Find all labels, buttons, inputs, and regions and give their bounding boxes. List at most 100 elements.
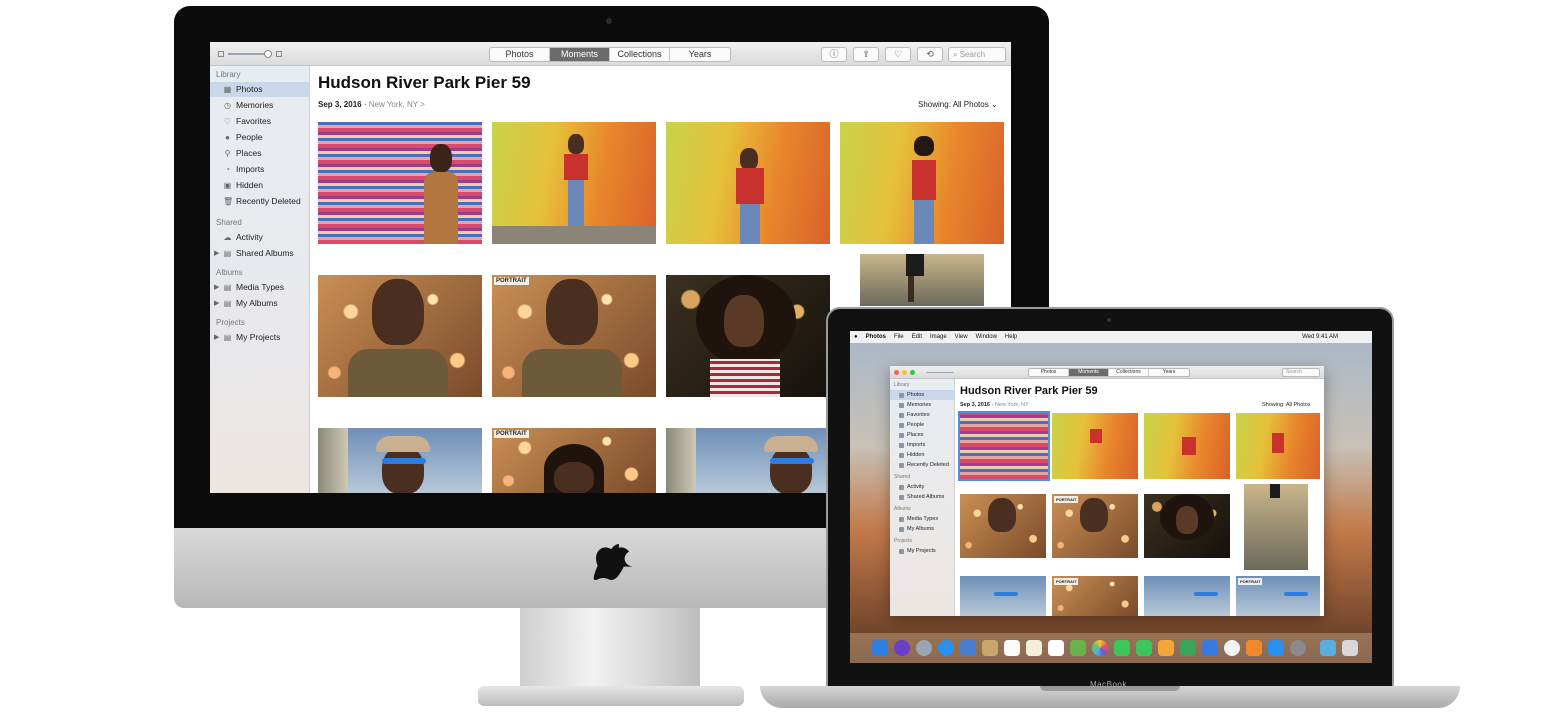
safari-icon[interactable] <box>938 640 954 656</box>
photo-thumbnail[interactable] <box>666 122 830 244</box>
sidebar-item-favorites[interactable]: ♡ Favorites <box>210 114 310 129</box>
menu-edit[interactable]: Edit <box>908 331 926 343</box>
disclosure-triangle-icon[interactable]: ▶ <box>214 330 219 345</box>
photo-thumbnail[interactable]: PORTRAIT <box>492 428 656 493</box>
photo-thumbnail[interactable] <box>666 275 830 397</box>
menu-help[interactable]: Help <box>1001 331 1021 343</box>
finder-icon[interactable] <box>872 640 888 656</box>
zoom-window-button[interactable] <box>910 370 915 375</box>
sidebar-item-my-projects[interactable]: My Projects <box>890 546 955 556</box>
photo-thumbnail[interactable] <box>1144 413 1230 479</box>
tab-years[interactable]: Years <box>1149 369 1189 376</box>
menu-view[interactable]: View <box>951 331 972 343</box>
keynote-icon[interactable] <box>1202 640 1218 656</box>
ibooks-icon[interactable] <box>1246 640 1262 656</box>
chevron-right-icon[interactable]: > <box>420 100 425 109</box>
photo-thumbnail[interactable]: PORTRAIT <box>1052 494 1138 558</box>
mail-icon[interactable] <box>960 640 976 656</box>
sidebar-item-photos[interactable]: ▦ Photos <box>210 82 310 97</box>
menu-file[interactable]: File <box>890 331 908 343</box>
maps-icon[interactable] <box>1070 640 1086 656</box>
trash-icon[interactable] <box>1342 640 1358 656</box>
sidebar-item-people[interactable]: People <box>890 420 955 430</box>
tab-years[interactable]: Years <box>670 48 730 61</box>
siri-icon[interactable] <box>894 640 910 656</box>
menu-image[interactable]: Image <box>926 331 951 343</box>
disclosure-triangle-icon[interactable]: ▶ <box>214 280 219 295</box>
tab-collections[interactable]: Collections <box>610 48 670 61</box>
downloads-folder-icon[interactable] <box>1320 640 1336 656</box>
photo-thumbnail[interactable] <box>1144 494 1230 558</box>
photo-thumbnail[interactable] <box>666 428 830 493</box>
close-window-button[interactable] <box>894 370 899 375</box>
tab-collections[interactable]: Collections <box>1109 369 1149 376</box>
disclosure-triangle-icon[interactable]: ▶ <box>214 296 219 311</box>
photo-thumbnail[interactable]: PORTRAIT <box>1052 576 1138 616</box>
moment-location[interactable]: New York, NY <box>369 100 418 109</box>
numbers-icon[interactable] <box>1180 640 1196 656</box>
photo-thumbnail[interactable] <box>318 122 482 244</box>
share-button[interactable]: ⇪ <box>853 47 879 62</box>
itunes-icon[interactable] <box>1224 640 1240 656</box>
sidebar-item-media-types[interactable]: ▶ ▤ Media Types <box>210 280 310 295</box>
reminders-icon[interactable] <box>1048 640 1064 656</box>
info-button[interactable]: ⓘ <box>821 47 847 62</box>
tab-photos[interactable]: Photos <box>490 48 550 61</box>
sidebar-item-imports[interactable]: Imports <box>890 440 955 450</box>
zoom-out-icon[interactable] <box>218 51 224 57</box>
sidebar-item-favorites[interactable]: Favorites <box>890 410 955 420</box>
sidebar-item-activity[interactable]: ☁ Activity <box>210 230 310 245</box>
search-input[interactable]: ⌕ Search <box>948 47 1006 62</box>
sidebar-item-hidden[interactable]: Hidden <box>890 450 955 460</box>
tab-moments[interactable]: Moments <box>1069 369 1109 376</box>
moment-location[interactable]: New York, NY <box>995 402 1029 408</box>
apple-menu-icon[interactable]: ● <box>850 331 862 343</box>
zoom-slider[interactable] <box>218 50 282 58</box>
menu-window[interactable]: Window <box>972 331 1001 343</box>
photos-app-icon[interactable] <box>1092 640 1108 656</box>
launchpad-icon[interactable] <box>916 640 932 656</box>
contacts-icon[interactable] <box>982 640 998 656</box>
notes-icon[interactable] <box>1026 640 1042 656</box>
sidebar-item-imports[interactable]: ◔ Imports <box>210 162 310 177</box>
system-preferences-icon[interactable] <box>1290 640 1306 656</box>
zoom-in-icon[interactable] <box>276 51 282 57</box>
tab-photos[interactable]: Photos <box>1029 369 1069 376</box>
showing-filter[interactable]: Showing: All Photos ⌄ <box>918 100 998 109</box>
sidebar-item-my-projects[interactable]: ▶ ▤ My Projects <box>210 330 310 345</box>
sidebar-item-memories[interactable]: Memories <box>890 400 955 410</box>
photo-thumbnail[interactable] <box>492 122 656 244</box>
sidebar-item-recently-deleted[interactable]: Recently Deleted <box>890 460 955 470</box>
sidebar-item-shared-albums[interactable]: Shared Albums <box>890 492 955 502</box>
menu-photos[interactable]: Photos <box>862 331 890 343</box>
facetime-icon[interactable] <box>1136 640 1152 656</box>
tab-moments[interactable]: Moments <box>550 48 610 61</box>
sidebar-item-hidden[interactable]: ▣ Hidden <box>210 178 310 193</box>
photo-thumbnail[interactable] <box>318 428 482 493</box>
menubar-clock[interactable]: Wed 9:41 AM <box>1298 331 1342 343</box>
photo-thumbnail[interactable] <box>1236 413 1320 479</box>
zoom-knob[interactable] <box>264 50 272 58</box>
photo-thumbnail[interactable] <box>1144 576 1230 616</box>
photo-thumbnail[interactable] <box>960 576 1046 616</box>
search-input[interactable]: Search <box>1282 368 1320 377</box>
sidebar-item-media-types[interactable]: Media Types <box>890 514 955 524</box>
photo-thumbnail-selected[interactable] <box>958 411 1050 481</box>
photo-thumbnail[interactable] <box>1244 484 1308 570</box>
photo-thumbnail[interactable] <box>960 494 1046 558</box>
disclosure-triangle-icon[interactable]: ▶ <box>214 246 219 261</box>
showing-filter[interactable]: Showing: All Photos <box>1262 402 1311 408</box>
pages-icon[interactable] <box>1158 640 1174 656</box>
photo-thumbnail[interactable] <box>840 122 1004 244</box>
sidebar-item-my-albums[interactable]: My Albums <box>890 524 955 534</box>
photo-thumbnail[interactable]: PORTRAIT <box>492 275 656 397</box>
sidebar-item-places[interactable]: ⚲ Places <box>210 146 310 161</box>
sidebar-item-people[interactable]: ● People <box>210 130 310 145</box>
sidebar-item-activity[interactable]: Activity <box>890 482 955 492</box>
photo-thumbnail[interactable]: PORTRAIT <box>1236 576 1320 616</box>
sidebar-item-my-albums[interactable]: ▶ ▤ My Albums <box>210 296 310 311</box>
calendar-icon[interactable] <box>1004 640 1020 656</box>
zoom-slider[interactable] <box>926 372 954 373</box>
app-store-icon[interactable] <box>1268 640 1284 656</box>
rotate-button[interactable]: ⟲ <box>917 47 943 62</box>
